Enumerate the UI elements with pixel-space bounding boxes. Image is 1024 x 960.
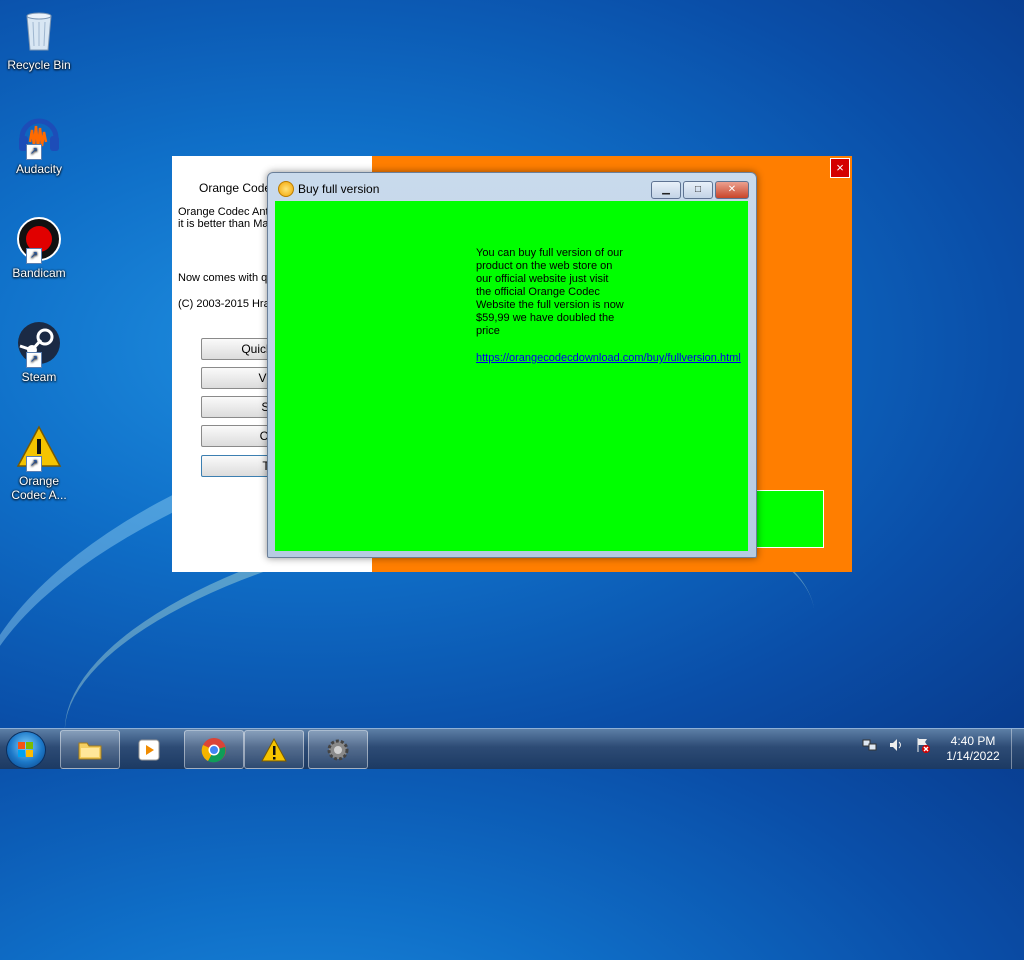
main-window-title: Orange Codec bbox=[199, 181, 278, 195]
audacity-icon: ↗ bbox=[16, 112, 62, 160]
taskbar-orange-codec-button[interactable] bbox=[244, 730, 304, 769]
recycle-bin-icon bbox=[16, 8, 62, 54]
minimize-button[interactable]: ▁ bbox=[651, 181, 681, 199]
dialog-body: You can buy full version of our product … bbox=[275, 201, 748, 551]
buy-full-version-dialog: Buy full version ▁ □ ✕ You can buy full … bbox=[267, 172, 757, 558]
maximize-button[interactable]: □ bbox=[683, 181, 713, 199]
volume-icon[interactable] bbox=[888, 737, 904, 753]
taskbar-settings-button[interactable] bbox=[308, 730, 368, 769]
desktop-icon-audacity[interactable]: ↗ Audacity bbox=[4, 112, 74, 176]
close-button[interactable]: ✕ bbox=[715, 181, 749, 199]
desktop-icon-label: Steam bbox=[21, 370, 57, 384]
dialog-title: Buy full version bbox=[298, 182, 380, 196]
start-button[interactable] bbox=[6, 731, 46, 769]
media-player-icon bbox=[138, 739, 160, 761]
app-icon bbox=[278, 181, 294, 197]
shortcut-arrow-icon: ↗ bbox=[26, 352, 42, 368]
main-window-feature-line: Now comes with qu bbox=[178, 272, 274, 284]
bandicam-icon: ↗ bbox=[16, 216, 62, 264]
taskbar-media-player-button[interactable] bbox=[122, 730, 176, 769]
desktop-icon-steam[interactable]: ↗ Steam bbox=[4, 320, 74, 384]
taskbar: 4:40 PM 1/14/2022 bbox=[0, 728, 1024, 769]
warning-icon bbox=[261, 737, 287, 762]
purchase-message: You can buy full version of our product … bbox=[476, 247, 624, 337]
show-desktop-button[interactable] bbox=[1011, 729, 1024, 769]
shortcut-arrow-icon: ↗ bbox=[26, 144, 42, 160]
clock-date: 1/14/2022 bbox=[946, 749, 1000, 763]
desktop-icon-label: Recycle Bin bbox=[7, 58, 71, 72]
desktop-icon-label: Bandicam bbox=[12, 266, 66, 280]
green-status-box bbox=[752, 490, 824, 548]
system-tray bbox=[862, 737, 937, 761]
action-center-icon[interactable] bbox=[915, 737, 931, 753]
network-icon[interactable] bbox=[862, 737, 878, 753]
taskbar-explorer-button[interactable] bbox=[60, 730, 120, 769]
desktop-icon-label: Orange Codec A... bbox=[11, 474, 67, 502]
shortcut-arrow-icon: ↗ bbox=[26, 456, 42, 472]
taskbar-chrome-button[interactable] bbox=[184, 730, 244, 769]
buy-link[interactable]: https://orangecodecdownload.com/buy/full… bbox=[476, 352, 741, 364]
clock-time: 4:40 PM bbox=[950, 734, 996, 748]
desktop-icon-orange-codec[interactable]: ↗ Orange Codec A... bbox=[4, 424, 74, 502]
desktop-icon-label: Audacity bbox=[15, 162, 63, 176]
shortcut-arrow-icon: ↗ bbox=[26, 248, 42, 264]
desktop-icon-bandicam[interactable]: ↗ Bandicam bbox=[4, 216, 74, 280]
settings-gear-icon bbox=[327, 739, 349, 761]
main-close-button[interactable]: × bbox=[830, 158, 850, 178]
desktop-icon-recycle-bin[interactable]: Recycle Bin bbox=[4, 8, 74, 72]
warning-icon: ↗ bbox=[16, 424, 62, 472]
main-window-copyright: (C) 2003-2015 Hras bbox=[178, 298, 276, 310]
windows-logo-icon bbox=[18, 742, 33, 757]
folder-icon bbox=[78, 742, 102, 760]
taskbar-clock[interactable]: 4:40 PM 1/14/2022 bbox=[940, 734, 1006, 764]
chrome-icon bbox=[201, 738, 226, 763]
steam-icon: ↗ bbox=[16, 320, 62, 368]
